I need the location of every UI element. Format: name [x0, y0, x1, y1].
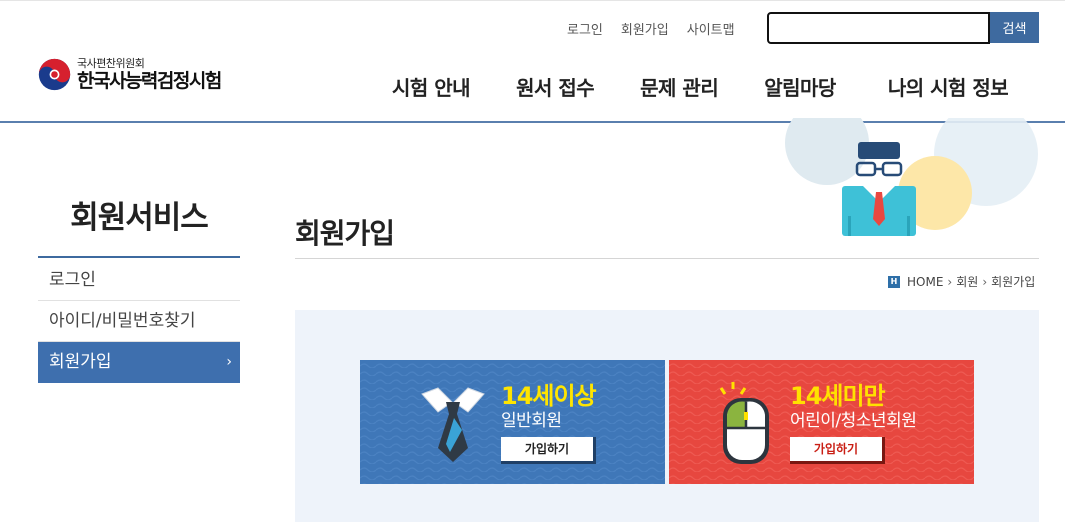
chevron-right-icon: › — [226, 354, 232, 370]
sidebar-item-signup[interactable]: 회원가입 › — [38, 342, 240, 383]
page-title: 회원가입 — [295, 217, 395, 250]
sidebar-item-label: 회원가입 — [49, 352, 112, 372]
title-divider — [295, 258, 1039, 259]
adult-join-button[interactable]: 가입하기 — [501, 436, 596, 464]
breadcrumb: H HOME › 회원 › 회원가입 — [888, 273, 1035, 290]
sidebar-item-login[interactable]: 로그인 — [38, 260, 240, 301]
taegeuk-logo-icon — [38, 58, 71, 91]
nav-exam-info[interactable]: 시험 안내 — [392, 72, 471, 101]
youth-card-text: 14세미만 어린이/청소년회원 가입하기 — [790, 382, 917, 464]
nav-notices[interactable]: 알림마당 — [764, 72, 836, 101]
search-input[interactable] — [767, 12, 990, 44]
nav-question-management[interactable]: 문제 관리 — [640, 72, 719, 101]
adult-type-label: 일반회원 — [501, 411, 562, 431]
mouse-icon — [719, 382, 769, 464]
breadcrumb-current: 회원가입 — [991, 275, 1036, 289]
nav-my-exam-info[interactable]: 나의 시험 정보 — [888, 72, 1009, 101]
adult-member-card[interactable]: 14세이상 일반회원 가입하기 — [360, 360, 665, 484]
sidebar-title: 회원서비스 — [70, 200, 209, 236]
login-link[interactable]: 로그인 — [567, 19, 603, 38]
nav-application[interactable]: 원서 접수 — [516, 72, 595, 101]
main-nav: 시험 안내 원서 접수 문제 관리 알림마당 나의 시험 정보 — [392, 72, 1009, 101]
site-logo[interactable]: 국사편찬위원회 한국사능력검정시험 — [38, 57, 222, 92]
breadcrumb-member[interactable]: 회원 — [956, 273, 978, 290]
member-illustration — [785, 118, 1038, 236]
breadcrumb-separator-icon: › — [982, 274, 988, 289]
sidebar-item-label: 아이디/비밀번호찾기 — [49, 311, 196, 331]
necktie-icon — [421, 387, 485, 462]
logo-title: 한국사능력검정시험 — [77, 70, 222, 92]
youth-type-label: 어린이/청소년회원 — [790, 411, 917, 431]
sidebar-menu: 로그인 아이디/비밀번호찾기 회원가입 › — [38, 260, 240, 383]
sidebar-item-find-account[interactable]: 아이디/비밀번호찾기 — [38, 301, 240, 342]
adult-card-text: 14세이상 일반회원 가입하기 — [501, 382, 597, 464]
sitemap-link[interactable]: 사이트맵 — [687, 19, 735, 38]
sidebar-item-label: 로그인 — [49, 270, 96, 290]
logo-subtitle: 국사편찬위원회 — [77, 57, 145, 70]
breadcrumb-separator-icon: › — [947, 274, 953, 289]
search-form: 검색 — [767, 12, 1039, 44]
top-border — [0, 0, 1065, 1]
search-button[interactable]: 검색 — [990, 12, 1039, 43]
home-icon: H — [888, 275, 900, 288]
youth-member-card[interactable]: 14세미만 어린이/청소년회원 가입하기 — [669, 360, 974, 484]
utility-nav: 로그인 회원가입 사이트맵 — [567, 12, 753, 44]
youth-age-label: 14세미만 — [790, 382, 886, 410]
sidebar-rule — [38, 256, 240, 258]
youth-join-button[interactable]: 가입하기 — [790, 436, 885, 464]
adult-age-label: 14세이상 — [501, 382, 597, 410]
signup-link[interactable]: 회원가입 — [621, 19, 669, 38]
breadcrumb-home[interactable]: HOME — [907, 275, 943, 289]
